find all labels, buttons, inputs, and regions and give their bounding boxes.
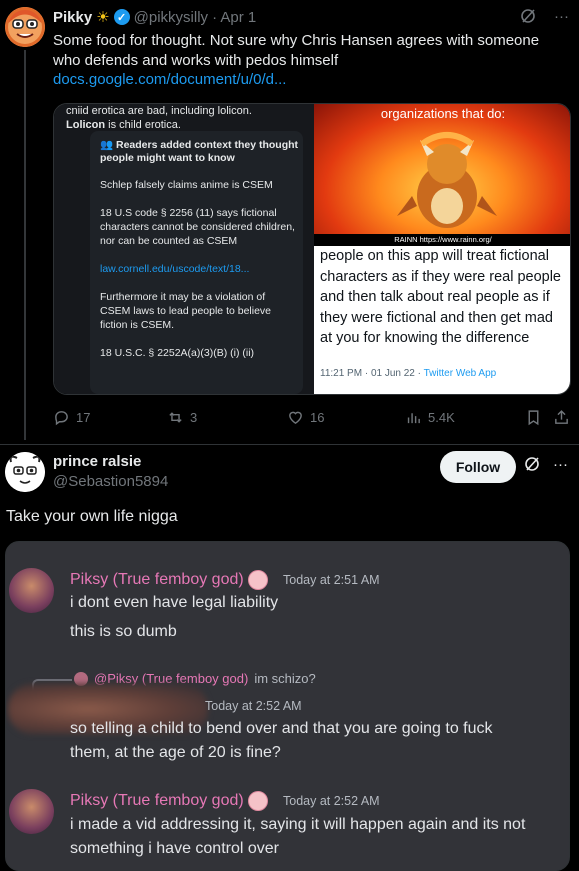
discord-timestamp: Today at 2:52 AM (283, 794, 380, 808)
discord-message-line: them, at the age of 20 is fine? (70, 744, 281, 761)
discord-message-line: this is so dumb (70, 623, 177, 640)
repost-count: 3 (190, 410, 198, 425)
bookmark-icon (528, 410, 539, 426)
screenshot-text: people on this app will treat fictional … (320, 248, 561, 346)
grok-icon[interactable] (520, 8, 536, 28)
discord-message-line: i dont even have legal liability (70, 594, 279, 611)
heart-icon (289, 411, 302, 425)
community-note: 👥 Readers added context they thought peo… (90, 131, 303, 394)
goat-face-icon (5, 452, 45, 492)
media-tweet-screenshot: people on this app will treat fictional … (314, 246, 570, 394)
reply-author-handle[interactable]: @Sebastion5894 (53, 473, 168, 490)
note-body: Schlep falsely claims anime is CSEM 18 U… (100, 178, 298, 374)
discord-message-line: something i have control over (70, 840, 279, 857)
view-count: 5.4K (428, 410, 455, 425)
reply-count: 17 (76, 410, 91, 425)
discord-username: Piksy (True femboy god) (70, 791, 268, 811)
follow-button[interactable]: Follow (440, 451, 516, 483)
like-button[interactable]: 16 (287, 409, 324, 426)
tweet-header: Pikky ☀ ✓ @pikkysilly · Apr 1 (53, 8, 256, 27)
verified-badge-icon[interactable]: ✓ (113, 9, 130, 25)
discord-screenshot[interactable]: Piksy (True femboy god) Today at 2:51 AM… (5, 541, 570, 871)
orgs-caption: organizations that do: (380, 106, 506, 121)
author-avatar[interactable] (5, 7, 45, 47)
bowser-figure-icon (397, 132, 497, 228)
tweet-link[interactable]: docs.google.com/document/u/0/d... (53, 71, 286, 88)
author-handle[interactable]: @pikkysilly (134, 9, 208, 26)
reply-icon (55, 411, 68, 426)
discord-username: Piksy (True femboy god) (70, 570, 268, 590)
reply-author-avatar[interactable] (5, 452, 45, 492)
discord-message-line: so telling a child to bend over and that… (70, 720, 493, 737)
note-paragraph: Schlep falsely claims anime is CSEM (100, 179, 273, 191)
thread-line (24, 50, 26, 440)
share-icon (555, 410, 568, 424)
emoji-icon (247, 791, 268, 811)
note-header: 👥 Readers added context they thought peo… (100, 139, 299, 164)
repost-button[interactable]: 3 (167, 409, 197, 426)
discord-avatar (9, 789, 54, 834)
discord-timestamp: Today at 2:52 AM (205, 699, 302, 713)
note-paragraph: 18 U.S code § 2256 (11) says fictional c… (100, 207, 295, 247)
like-count: 16 (310, 410, 325, 425)
discord-message-line: i made a vid addressing it, saying it wi… (70, 816, 526, 833)
note-link: law.cornell.edu/uscode/text/18... (100, 263, 250, 275)
rainn-caption: RAINN https://www.rainn.org/ (314, 234, 570, 246)
discord-avatar (9, 568, 54, 613)
screenshot-meta: 11:21 PM · 01 Jun 22 · Twitter Web App (320, 368, 497, 379)
avatar-ring (5, 7, 45, 47)
media-left-panel: cniid erotica are bad, including lolicon… (54, 104, 314, 394)
tweet-actions: 17 3 16 5.4K (53, 409, 571, 427)
reply-button[interactable]: 17 (53, 409, 90, 426)
reply-tweet-text: Take your own life nigga (6, 508, 178, 525)
note-paragraph: 18 U.S.C. § 2252A(a)(3)(B) (i) (ii) (100, 347, 255, 359)
grok-icon[interactable] (524, 456, 540, 477)
bookmark-button[interactable] (525, 409, 542, 426)
tweet-media[interactable]: cniid erotica are bad, including lolicon… (53, 103, 571, 395)
sun-icon: ☀ (96, 9, 110, 26)
emoji-icon (247, 570, 268, 590)
note-paragraph: Furthermore it may be a violation of CSE… (100, 291, 272, 331)
more-options-icon[interactable]: ··· (553, 456, 568, 473)
tweet-text: Some food for thought. Not sure why Chri… (53, 32, 540, 69)
share-button[interactable] (553, 409, 570, 426)
more-options-icon[interactable]: ··· (554, 8, 569, 28)
tweet-date[interactable]: · Apr 1 (212, 9, 256, 26)
views-icon (407, 413, 420, 424)
media-fire-image: organizations that do: RAINN https://www… (314, 104, 570, 246)
reply-author-name[interactable]: prince ralsie (53, 453, 141, 470)
people-icon: 👥 (100, 139, 114, 151)
tweet-top-icons: ··· (520, 8, 569, 28)
repost-icon (169, 412, 182, 423)
author-name[interactable]: Pikky (53, 9, 92, 26)
left-top-text: cniid erotica are bad, including lolicon… (66, 105, 252, 131)
divider (0, 444, 579, 445)
discord-timestamp: Today at 2:51 AM (283, 573, 380, 587)
views-button[interactable]: 5.4K (405, 409, 455, 426)
